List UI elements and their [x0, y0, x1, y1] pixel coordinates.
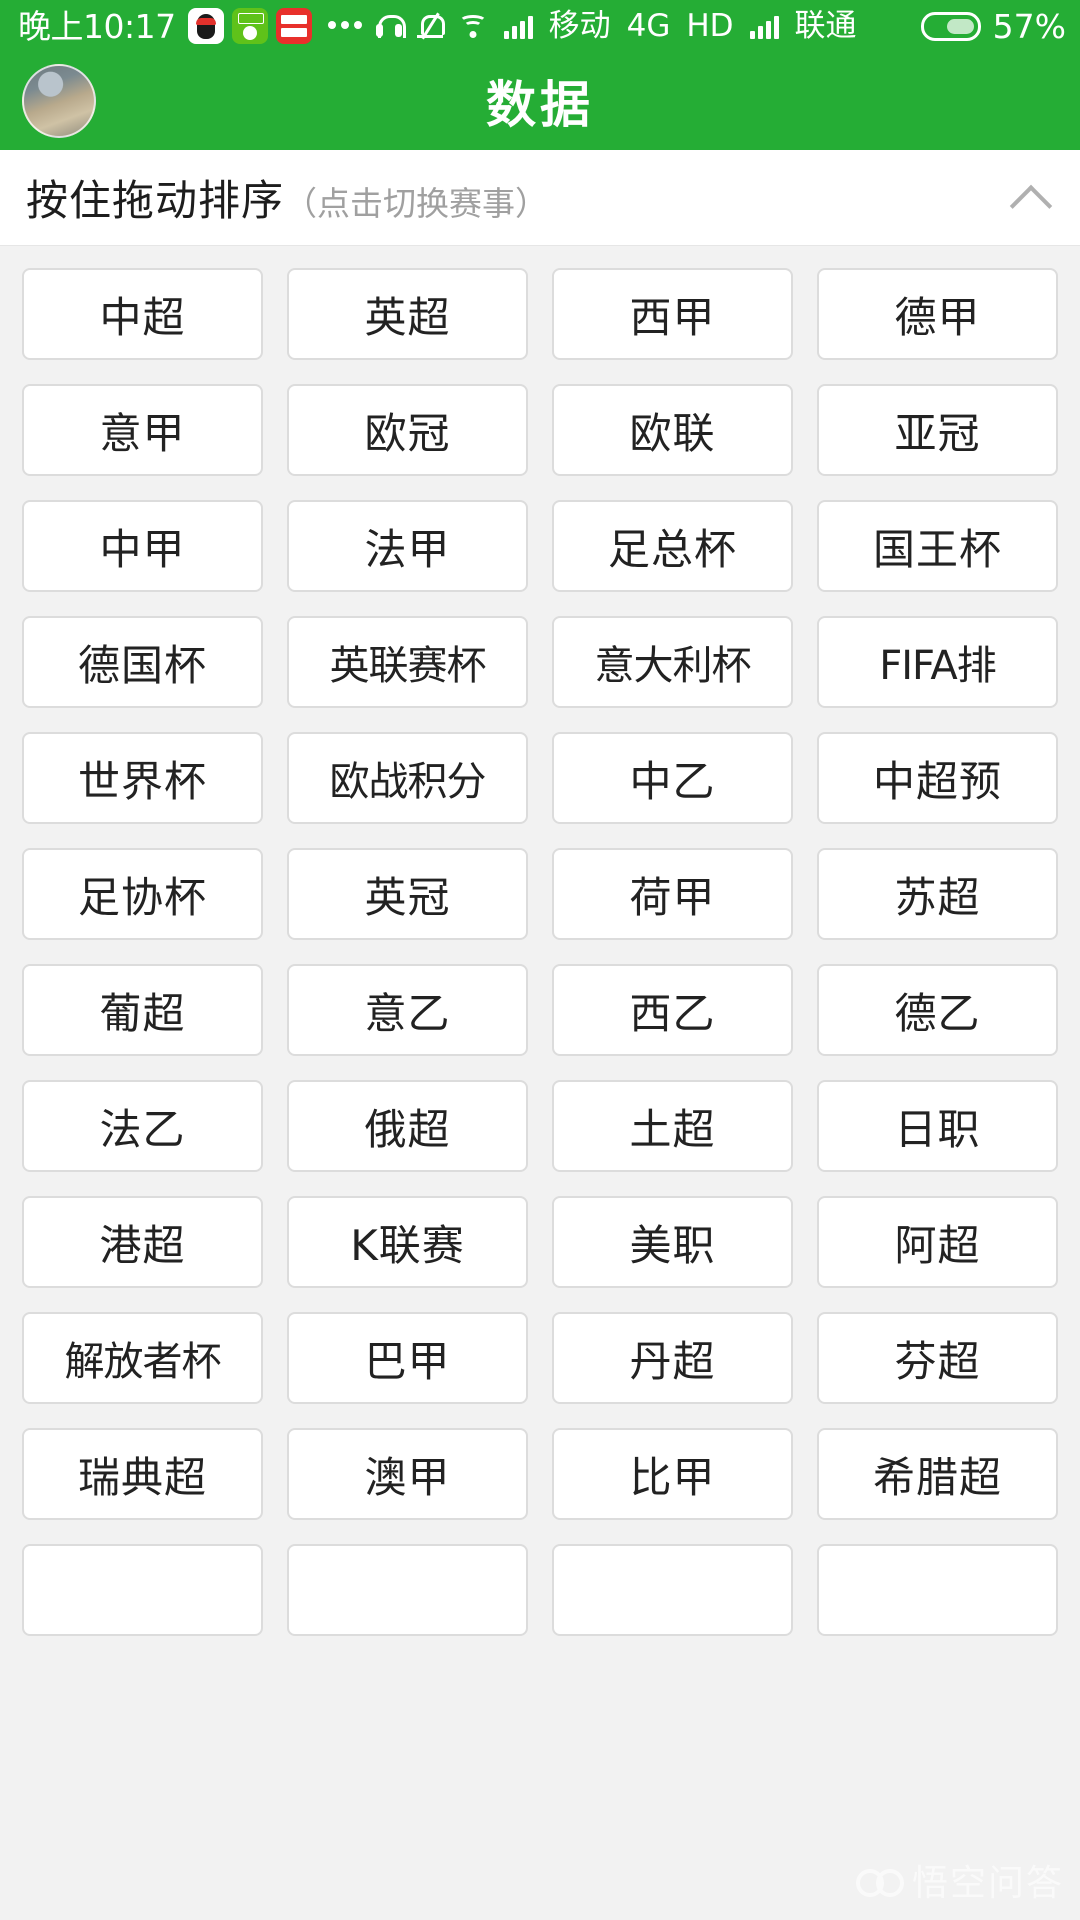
- league-chip[interactable]: 中甲: [22, 500, 263, 592]
- league-chip[interactable]: 意乙: [287, 964, 528, 1056]
- league-chip[interactable]: [817, 1544, 1058, 1636]
- league-chip[interactable]: 巴甲: [287, 1312, 528, 1404]
- wifi-icon: [458, 14, 488, 38]
- headset-icon: [375, 15, 406, 38]
- carrier-secondary-label: 联通: [794, 7, 857, 44]
- sort-bar[interactable]: 按住拖动排序 （点击切换赛事）: [0, 150, 1080, 246]
- league-chip[interactable]: 欧冠: [287, 384, 528, 476]
- league-chip[interactable]: 意甲: [22, 384, 263, 476]
- league-chip[interactable]: 比甲: [552, 1428, 793, 1520]
- soccer-app-icon: [231, 8, 268, 44]
- league-chip[interactable]: 足协杯: [22, 848, 263, 940]
- signal-bars-secondary-icon: [749, 13, 779, 39]
- chevron-up-icon[interactable]: [1008, 175, 1054, 221]
- status-bar-battery-area: 57%: [920, 6, 1066, 46]
- app-header: 数据: [0, 52, 1080, 150]
- league-chip[interactable]: 英冠: [287, 848, 528, 940]
- battery-icon: [920, 11, 981, 41]
- league-chip[interactable]: 英超: [287, 268, 528, 360]
- league-chip[interactable]: 法甲: [287, 500, 528, 592]
- league-chip[interactable]: 欧战积分: [287, 732, 528, 824]
- sort-bar-sub-label: （点击切换赛事）: [284, 184, 549, 223]
- league-chip[interactable]: 意大利杯: [552, 616, 793, 708]
- battery-percent-label: 57%: [992, 6, 1066, 46]
- league-chip[interactable]: 西甲: [552, 268, 793, 360]
- league-chip[interactable]: 美职: [552, 1196, 793, 1288]
- signal-bars-primary-icon: [503, 13, 533, 39]
- network-type-label: 4G: [626, 7, 671, 44]
- status-bar-app-icons: [187, 8, 362, 44]
- league-chip[interactable]: 世界杯: [22, 732, 263, 824]
- league-chip[interactable]: 欧联: [552, 384, 793, 476]
- league-chip[interactable]: 荷甲: [552, 848, 793, 940]
- league-chip[interactable]: 土超: [552, 1080, 793, 1172]
- league-chip[interactable]: 葡超: [22, 964, 263, 1056]
- league-chip[interactable]: 芬超: [817, 1312, 1058, 1404]
- league-grid-container: 中超 英超 西甲 德甲意甲 欧冠 欧联 亚冠中甲 法甲 足总杯 国王杯德国杯 英联赛杯 意大利杯 FIF…: [0, 246, 1080, 1919]
- bell-muted-icon: [416, 12, 445, 40]
- league-chip[interactable]: [287, 1544, 528, 1636]
- league-chip[interactable]: 亚冠: [817, 384, 1058, 476]
- league-chip[interactable]: 瑞典超: [22, 1428, 263, 1520]
- league-chip[interactable]: 苏超: [817, 848, 1058, 940]
- league-chip[interactable]: 中超预: [817, 732, 1058, 824]
- league-grid: 中超 英超 西甲 德甲意甲 欧冠 欧联 亚冠中甲 法甲 足总杯 国王杯德国杯 英联赛杯 意大利杯 FIF…: [22, 268, 1058, 1636]
- status-bar-clock: 晚上10:17: [18, 6, 176, 46]
- league-chip[interactable]: K联赛: [287, 1196, 528, 1288]
- hd-label: HD: [686, 7, 734, 44]
- carrier-primary-label: 移动: [548, 7, 611, 44]
- league-chip[interactable]: 英联赛杯: [287, 616, 528, 708]
- league-chip[interactable]: FIFA排: [817, 616, 1058, 708]
- league-chip[interactable]: 足总杯: [552, 500, 793, 592]
- league-chip[interactable]: 德国杯: [22, 616, 263, 708]
- overflow-dots-icon: [327, 21, 362, 29]
- user-avatar[interactable]: [22, 64, 96, 138]
- league-chip[interactable]: 港超: [22, 1196, 263, 1288]
- league-chip[interactable]: 国王杯: [817, 500, 1058, 592]
- league-chip[interactable]: 法乙: [22, 1080, 263, 1172]
- page-title: 数据: [486, 76, 594, 134]
- sort-bar-labels: 按住拖动排序 （点击切换赛事）: [26, 167, 548, 228]
- league-chip[interactable]: 澳甲: [287, 1428, 528, 1520]
- sort-bar-main-label: 按住拖动排序: [26, 176, 285, 225]
- league-chip[interactable]: 德乙: [817, 964, 1058, 1056]
- league-chip[interactable]: 西乙: [552, 964, 793, 1056]
- league-chip[interactable]: 俄超: [287, 1080, 528, 1172]
- league-chip[interactable]: [22, 1544, 263, 1636]
- league-chip[interactable]: 中超: [22, 268, 263, 360]
- league-chip[interactable]: 丹超: [552, 1312, 793, 1404]
- league-chip[interactable]: 希腊超: [817, 1428, 1058, 1520]
- league-chip[interactable]: 德甲: [817, 268, 1058, 360]
- league-chip[interactable]: 解放者杯: [22, 1312, 263, 1404]
- status-bar: 晚上10:17 移动 4G HD 联通 57%: [0, 0, 1080, 52]
- toutiao-icon: [275, 8, 312, 44]
- league-chip[interactable]: 日职: [817, 1080, 1058, 1172]
- qq-icon: [187, 8, 224, 44]
- app-root: 晚上10:17 移动 4G HD 联通 57% 数据 按住拖动排序 （点击切换赛…: [0, 0, 1080, 1920]
- status-bar-system-icons: 移动 4G HD 联通: [375, 7, 921, 44]
- league-chip[interactable]: 中乙: [552, 732, 793, 824]
- league-chip[interactable]: 阿超: [817, 1196, 1058, 1288]
- league-chip[interactable]: [552, 1544, 793, 1636]
